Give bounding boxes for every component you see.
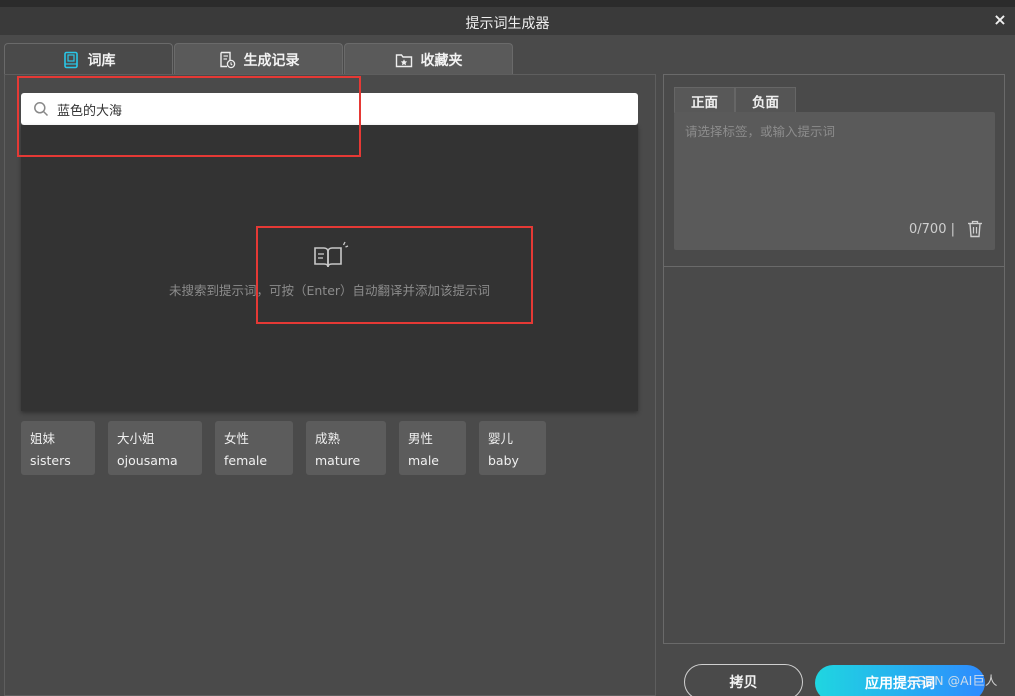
search-input[interactable] [57, 101, 617, 117]
chip-baby[interactable]: 婴儿 baby [479, 421, 546, 475]
chip-en: baby [488, 453, 519, 468]
top-strip [0, 0, 1015, 7]
panel-divider [664, 266, 1004, 267]
chip-cn: 婴儿 [488, 431, 514, 446]
tab-history-label: 生成记录 [243, 52, 300, 69]
search-bar[interactable] [21, 93, 638, 125]
tab-library-label: 词库 [87, 52, 116, 69]
chip-female[interactable]: 女性 female [215, 421, 293, 475]
tab-favorites[interactable]: 收藏夹 [344, 43, 513, 75]
library-tabs: 词库 生成记录 收藏夹 [4, 43, 514, 75]
title-bar: 提示词生成器 × [0, 7, 1015, 35]
tab-favorites-label: 收藏夹 [420, 52, 463, 69]
favorites-folder-icon [395, 53, 412, 67]
prompt-textarea[interactable] [674, 112, 995, 212]
tab-library[interactable]: 词库 [4, 43, 173, 75]
search-results: 未搜索到提示词，可按（Enter）自动翻译并添加该提示词 [21, 125, 638, 411]
book-icon [63, 51, 78, 68]
chip-en: sisters [30, 453, 71, 468]
copy-button[interactable]: 拷贝 [684, 664, 803, 696]
empty-book-icon [314, 241, 349, 268]
chip-cn: 姐妹 [30, 431, 56, 446]
chip-cn: 男性 [408, 431, 434, 446]
chip-mature[interactable]: 成熟 mature [306, 421, 386, 475]
char-count: 0/700 [909, 222, 947, 237]
empty-state-message: 未搜索到提示词，可按（Enter）自动翻译并添加该提示词 [168, 283, 491, 298]
chip-en: ojousama [117, 453, 178, 468]
prompt-editor: 0/700 | [674, 112, 995, 250]
close-button[interactable]: × [991, 11, 1009, 29]
chip-sisters[interactable]: 姐妹 sisters [21, 421, 95, 475]
chip-en: mature [315, 453, 361, 468]
tag-chips: 姐妹 sisters 大小姐 ojousama 女性 female 成熟 mat… [21, 421, 559, 475]
history-icon [219, 51, 235, 68]
search-icon [34, 102, 49, 117]
window-title: 提示词生成器 [465, 16, 550, 32]
chip-cn: 大小姐 [117, 431, 155, 446]
chip-en: female [224, 453, 268, 468]
chip-male[interactable]: 男性 male [399, 421, 466, 475]
chip-cn: 成熟 [315, 431, 341, 446]
trash-icon[interactable] [967, 220, 983, 238]
prompt-type-tabs: 正面 负面 [674, 87, 796, 113]
char-counter: 0/700 | [909, 222, 955, 237]
watermark: CSDN @AI巨人 [908, 673, 998, 688]
chip-en: male [408, 453, 439, 468]
tab-negative[interactable]: 负面 [735, 87, 796, 113]
tab-positive[interactable]: 正面 [674, 87, 735, 113]
counter-separator: | [950, 222, 955, 237]
chip-cn: 女性 [224, 431, 250, 446]
tab-history[interactable]: 生成记录 [174, 43, 343, 75]
chip-ojousama[interactable]: 大小姐 ojousama [108, 421, 202, 475]
